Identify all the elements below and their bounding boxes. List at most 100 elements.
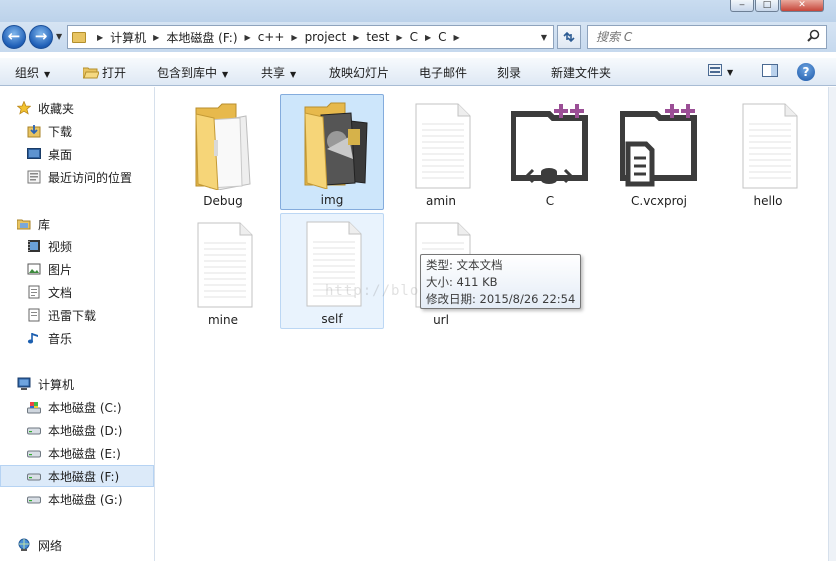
sidebar-item-downloads[interactable]: 下载	[0, 120, 154, 142]
sidebar-item-recent[interactable]: 最近访问的位置	[0, 166, 154, 188]
breadcrumb-c-current[interactable]: C	[438, 30, 446, 44]
folder-icon	[195, 103, 251, 190]
breadcrumb-drive-f[interactable]: 本地磁盘 (F:)	[166, 29, 237, 46]
sidebar-item-pictures[interactable]: 图片	[0, 258, 154, 280]
search-input[interactable]	[588, 26, 788, 48]
folder-with-images-icon	[304, 102, 368, 189]
breadcrumb-c-parent[interactable]: C	[410, 30, 418, 44]
breadcrumb-test[interactable]: test	[366, 30, 389, 44]
file-item-amin[interactable]: amin	[389, 95, 493, 211]
text-document-icon	[415, 103, 471, 189]
sidebar-item-label: 音乐	[48, 331, 73, 346]
sidebar-item-desktop[interactable]: 桌面	[0, 143, 154, 165]
forward-button[interactable]: →	[29, 25, 53, 49]
sidebar-item-label: 本地磁盘 (C:)	[48, 400, 122, 415]
open-folder-icon	[82, 67, 100, 79]
share-button[interactable]: 共享 ▼	[261, 64, 296, 81]
file-item-hello[interactable]: hello	[716, 95, 820, 211]
breadcrumb-arrow-icon[interactable]: ▶	[396, 33, 402, 42]
refresh-button[interactable]	[557, 25, 581, 49]
breadcrumb-arrow-icon[interactable]: ▶	[245, 33, 251, 42]
back-button[interactable]: ←	[2, 25, 26, 49]
preview-pane-button[interactable]	[762, 64, 778, 80]
sidebar-item-label: 库	[38, 217, 51, 232]
sidebar-item-documents[interactable]: 文档	[0, 281, 154, 303]
view-options-button[interactable]: ▼	[708, 64, 733, 78]
address-bar[interactable]: ▶ 计算机 ▶ 本地磁盘 (F:) ▶ c++ ▶ project ▶ test…	[67, 25, 554, 49]
preview-pane-icon	[762, 64, 778, 77]
downloads-icon	[27, 125, 41, 138]
new-folder-label: 新建文件夹	[551, 66, 612, 80]
new-folder-button[interactable]: 新建文件夹	[551, 64, 611, 81]
recent-places-icon	[27, 170, 41, 184]
minimize-button[interactable]: ‒	[730, 0, 754, 12]
recent-pages-dropdown[interactable]: ▼	[56, 32, 62, 41]
drive-icon	[27, 450, 41, 458]
sidebar-item-label: 本地磁盘 (F:)	[48, 469, 120, 484]
breadcrumb-arrow-icon[interactable]: ▶	[353, 33, 359, 42]
music-note-icon	[27, 333, 38, 344]
documents-icon	[28, 285, 40, 299]
sidebar-item-xunlei[interactable]: 迅雷下载	[0, 304, 154, 326]
sidebar-item-computer[interactable]: 计算机	[0, 373, 154, 395]
navigation-pane: 收藏夹 下载 桌面 最近访问的位置 库 视频 图片 文档 迅雷下载 音乐 计算机	[0, 87, 155, 561]
breadcrumb-computer[interactable]: 计算机	[110, 29, 146, 46]
help-icon[interactable]: ?	[797, 63, 815, 81]
file-item-self[interactable]: self	[280, 213, 384, 329]
close-button[interactable]: ✕	[780, 0, 824, 12]
library-icon	[17, 219, 31, 230]
breadcrumb-arrow-icon[interactable]: ▶	[454, 33, 460, 42]
maximize-button[interactable]: □	[755, 0, 779, 12]
sidebar-item-label: 迅雷下载	[48, 308, 97, 323]
sidebar-item-drive-c[interactable]: 本地磁盘 (C:)	[0, 396, 154, 418]
file-name: amin	[426, 194, 456, 208]
sidebar-item-music[interactable]: 音乐	[0, 327, 154, 349]
address-history-dropdown[interactable]: ▼	[541, 33, 547, 42]
tooltip-type: 类型: 文本文档	[426, 258, 503, 272]
vertical-scrollbar[interactable]	[828, 87, 836, 561]
slideshow-label: 放映幻灯片	[329, 66, 390, 80]
sidebar-item-label: 收藏夹	[38, 101, 75, 116]
burn-button[interactable]: 刻录	[497, 64, 521, 81]
sidebar-item-label: 网络	[38, 538, 63, 553]
sidebar-item-drive-d[interactable]: 本地磁盘 (D:)	[0, 419, 154, 441]
sidebar-item-libraries[interactable]: 库	[0, 213, 154, 235]
sidebar-item-drive-e[interactable]: 本地磁盘 (E:)	[0, 442, 154, 464]
file-info-tooltip: 类型: 文本文档 大小: 411 KB 修改日期: 2015/8/26 22:5…	[420, 254, 581, 309]
file-item-mine[interactable]: mine	[171, 214, 275, 330]
file-item-img[interactable]: img	[280, 94, 384, 210]
include-in-library-button[interactable]: 包含到库中 ▼	[157, 64, 228, 81]
breadcrumb-project[interactable]: project	[305, 30, 347, 44]
sidebar-item-videos[interactable]: 视频	[0, 235, 154, 257]
chevron-down-icon: ▼	[727, 68, 734, 77]
file-list-view[interactable]: Debug img amin C C.vcxproj hello mine se…	[156, 87, 827, 561]
include-in-library-label: 包含到库中	[157, 66, 218, 80]
sidebar-item-drive-g[interactable]: 本地磁盘 (G:)	[0, 488, 154, 510]
file-item-c[interactable]: C	[498, 95, 602, 211]
organize-button[interactable]: 组织 ▼	[15, 64, 50, 81]
sidebar-item-drive-f[interactable]: 本地磁盘 (F:)	[0, 465, 154, 487]
email-label: 电子邮件	[419, 66, 468, 80]
file-item-debug[interactable]: Debug	[171, 95, 275, 211]
breadcrumb-arrow-icon[interactable]: ▶	[291, 33, 297, 42]
file-name: mine	[207, 313, 238, 327]
file-name: url	[433, 313, 449, 327]
sidebar-item-favorites[interactable]: 收藏夹	[0, 97, 154, 119]
command-toolbar: 组织 ▼ 打开 包含到库中 ▼ 共享 ▼ 放映幻灯片 电子邮件 刻录 新建文件夹 ▼	[0, 58, 836, 86]
sidebar-item-network[interactable]: 网络	[0, 534, 154, 556]
search-box[interactable]	[587, 25, 827, 49]
file-name: C.vcxproj	[631, 194, 687, 208]
breadcrumb-arrow-icon[interactable]: ▶	[153, 33, 159, 42]
file-name: self	[321, 312, 343, 326]
sidebar-item-label: 下载	[48, 124, 73, 139]
search-icon[interactable]	[807, 29, 820, 46]
breadcrumb-arrow-icon[interactable]: ▶	[97, 33, 103, 42]
open-button[interactable]: 打开	[82, 64, 127, 81]
breadcrumb-arrow-icon[interactable]: ▶	[425, 33, 431, 42]
email-button[interactable]: 电子邮件	[419, 64, 467, 81]
sidebar-item-label: 计算机	[38, 377, 75, 392]
file-item-vcxproj[interactable]: C.vcxproj	[607, 95, 711, 211]
open-label: 打开	[102, 66, 127, 80]
slideshow-button[interactable]: 放映幻灯片	[329, 64, 389, 81]
breadcrumb-cpp[interactable]: c++	[258, 30, 285, 44]
